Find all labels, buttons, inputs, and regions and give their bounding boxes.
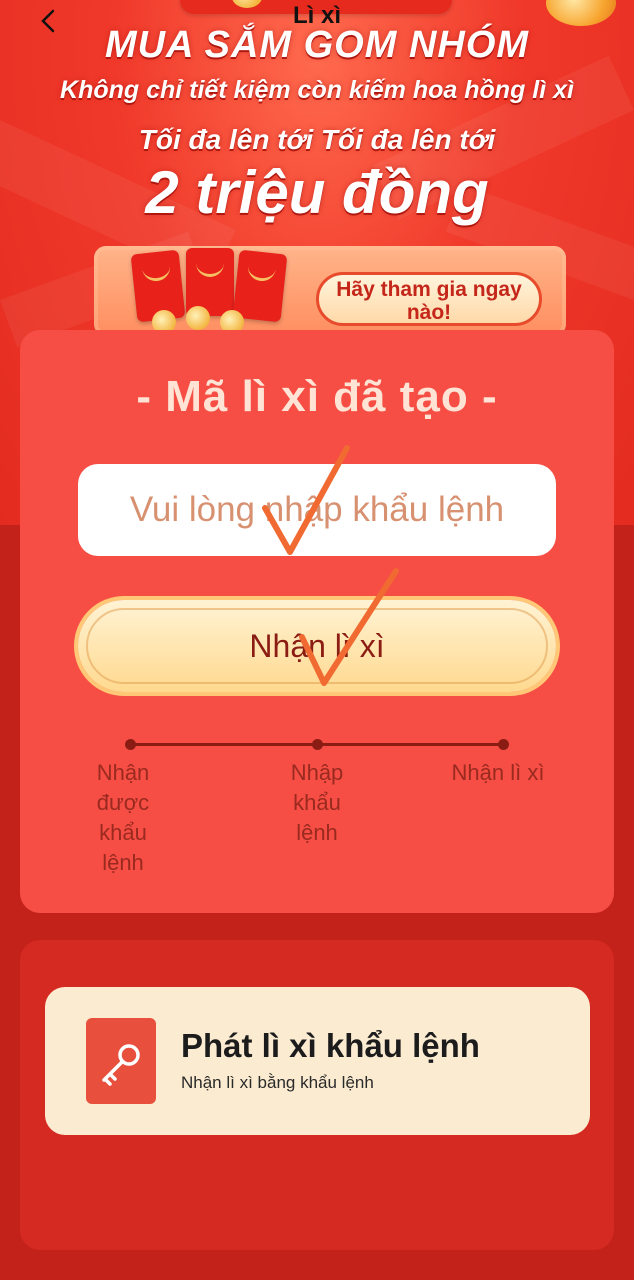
- key-icon: [86, 1018, 156, 1104]
- step-1-label: Nhận được khẩu lệnh: [96, 760, 150, 875]
- page-title: Lì xì: [292, 2, 341, 29]
- redeem-title: - Mã lì xì đã tạo -: [136, 372, 498, 421]
- step-2-label: Nhập khẩu lệnh: [290, 760, 344, 845]
- hero-max-label: Tối đa lên tới Tối đa lên tới: [138, 124, 496, 155]
- hero-amount: 2 triệu đồng: [145, 159, 489, 226]
- hero-subheadline: Không chỉ tiết kiệm còn kiếm hoa hồng lì…: [60, 76, 574, 104]
- coin-icon: [186, 306, 210, 330]
- step-dot: [125, 739, 136, 750]
- issue-lixi-card[interactable]: Phát lì xì khẩu lệnh Nhận lì xì bằng khẩ…: [45, 987, 590, 1135]
- step-dot: [498, 739, 509, 750]
- code-input[interactable]: Vui lòng nhập khẩu lệnh: [78, 464, 556, 556]
- issue-lixi-title: Phát lì xì khẩu lệnh: [181, 1027, 480, 1064]
- red-envelope-icon: [232, 249, 288, 323]
- redeem-card: - Mã lì xì đã tạo - Vui lòng nhập khẩu l…: [20, 330, 614, 913]
- step-dot: [312, 739, 323, 750]
- button-border-decoration: [86, 608, 548, 684]
- step-3-label: Nhận lì xì: [451, 760, 545, 785]
- issue-lixi-subtitle: Nhận lì xì bằng khẩu lệnh: [181, 1073, 374, 1092]
- receive-lixi-button[interactable]: Nhận lì xì: [78, 600, 556, 692]
- join-now-button[interactable]: Hãy tham gia ngay nào!: [316, 272, 542, 326]
